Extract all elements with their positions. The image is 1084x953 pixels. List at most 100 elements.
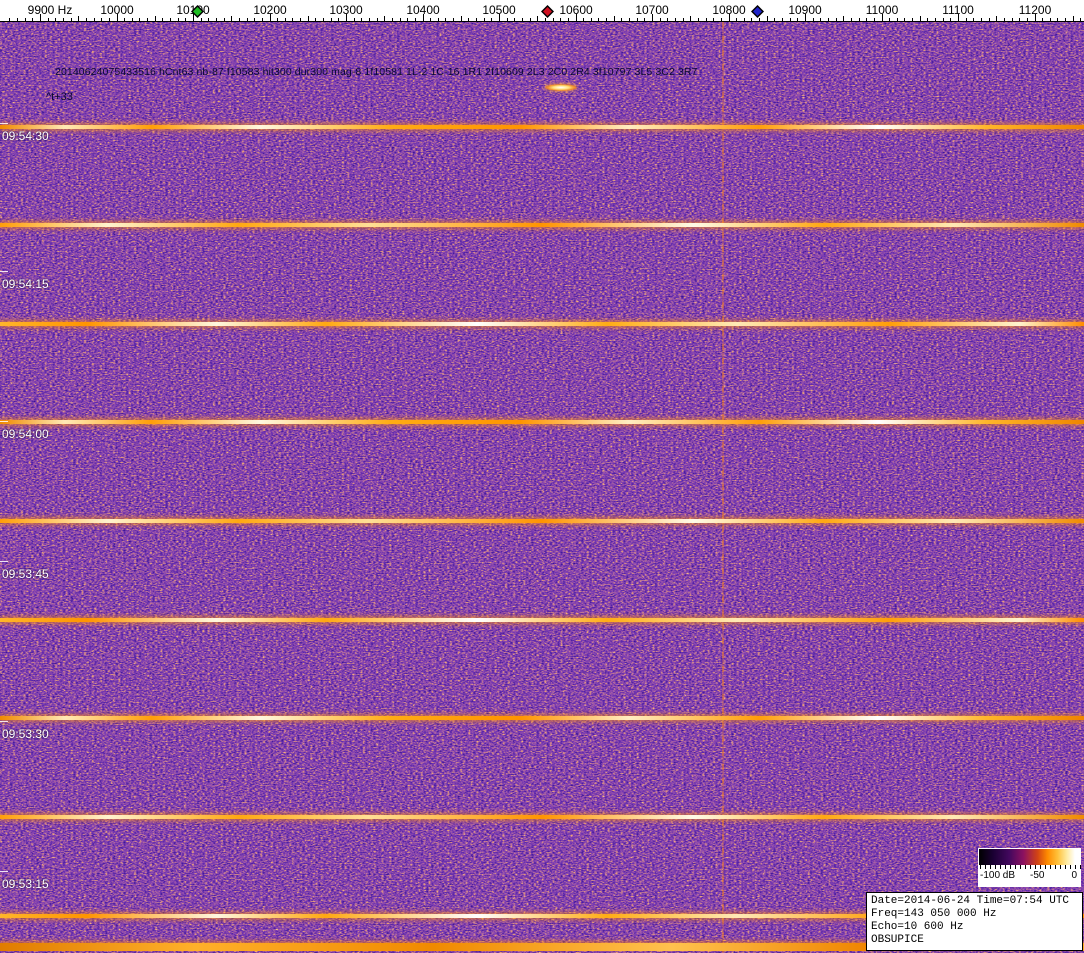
freq-tick	[782, 18, 784, 21]
freq-tick	[506, 18, 508, 21]
freq-tick	[32, 18, 34, 21]
freq-tick	[215, 18, 217, 21]
time-tick	[0, 123, 8, 124]
freq-tick	[690, 16, 692, 21]
sweep-line	[0, 815, 1084, 819]
waterfall-window: 20140624075433516 hCnt63 nb-87 f10583 hi…	[0, 0, 1084, 953]
freq-tick	[223, 18, 225, 21]
freq-tick	[476, 18, 478, 21]
freq-tick	[873, 18, 875, 21]
freq-tick	[697, 18, 699, 21]
freq-tick	[154, 16, 156, 21]
freq-tick	[238, 18, 240, 21]
freq-tick	[78, 16, 80, 21]
sweep-line	[0, 618, 1084, 622]
cursor-offset-text: ^t+33	[46, 91, 73, 103]
blue-frequency-marker-icon[interactable]	[751, 5, 764, 18]
freq-tick	[544, 18, 546, 21]
freq-tick	[996, 16, 998, 21]
freq-tick	[674, 18, 676, 21]
freq-tick	[330, 18, 332, 21]
freq-tick	[131, 18, 133, 21]
freq-tick	[399, 18, 401, 21]
freq-tick	[376, 18, 378, 21]
freq-tick	[858, 18, 860, 21]
freq-tick	[453, 18, 455, 21]
freq-tick	[162, 18, 164, 21]
freq-tick	[1057, 18, 1059, 21]
sweep-line	[0, 420, 1084, 424]
freq-tick	[560, 18, 562, 21]
freq-tick	[124, 18, 126, 21]
freq-label: 11000	[865, 3, 899, 17]
freq-tick	[797, 18, 799, 21]
freq-tick	[93, 18, 95, 21]
red-frequency-marker-icon[interactable]	[541, 5, 554, 18]
freq-tick	[185, 18, 187, 21]
freq-tick	[200, 18, 202, 21]
freq-tick	[231, 16, 233, 21]
freq-label: 10300	[329, 3, 363, 17]
freq-tick	[965, 18, 967, 21]
freq-tick	[583, 18, 585, 21]
freq-tick	[108, 18, 110, 21]
observation-info-box: Date=2014-06-24 Time=07:54 UTC Freq=143 …	[866, 892, 1083, 951]
freq-tick	[950, 18, 952, 21]
info-echo-frequency: Echo=10 600 Hz	[871, 921, 964, 933]
freq-tick	[606, 18, 608, 21]
freq-tick	[705, 18, 707, 21]
freq-tick	[827, 18, 829, 21]
freq-tick	[1011, 18, 1013, 21]
color-scale-legend: -100 dB -50 0	[978, 848, 1081, 887]
freq-tick	[277, 18, 279, 21]
freq-tick	[514, 18, 516, 21]
freq-tick	[935, 18, 937, 21]
freq-tick	[529, 18, 531, 21]
freq-tick	[820, 18, 822, 21]
freq-tick	[759, 18, 761, 21]
freq-label: 10600	[559, 3, 593, 17]
time-label: 09:53:15	[2, 877, 49, 891]
freq-tick	[368, 18, 370, 21]
hit-info-text: 20140624075433516 hCnt63 nb-87 f10583 hi…	[55, 66, 698, 78]
freq-tick	[766, 16, 768, 21]
freq-tick	[835, 18, 837, 21]
freq-tick	[246, 18, 248, 21]
freq-tick	[521, 18, 523, 21]
spectrogram-noise	[0, 22, 1084, 953]
freq-tick	[407, 18, 409, 21]
time-tick	[0, 561, 8, 562]
time-label: 09:54:00	[2, 427, 49, 441]
freq-tick	[1026, 18, 1028, 21]
freq-tick	[812, 18, 814, 21]
freq-tick	[973, 18, 975, 21]
time-tick	[0, 421, 8, 422]
freq-tick	[261, 18, 263, 21]
freq-tick	[483, 18, 485, 21]
freq-tick	[437, 18, 439, 21]
freq-tick	[391, 18, 393, 21]
freq-label: 9900 Hz	[27, 3, 73, 17]
freq-tick	[713, 18, 715, 21]
spectrogram[interactable]	[0, 22, 1084, 953]
time-label: 09:53:30	[2, 727, 49, 741]
legend-label-min: -100 dB	[980, 870, 1016, 881]
freq-tick	[292, 18, 294, 21]
freq-tick	[430, 18, 432, 21]
freq-tick	[590, 18, 592, 21]
freq-tick	[62, 18, 64, 21]
color-scale-gradient	[979, 849, 1081, 869]
time-tick	[0, 271, 8, 272]
freq-tick	[468, 18, 470, 21]
freq-tick	[1003, 18, 1005, 21]
freq-tick	[866, 18, 868, 21]
time-label: 09:53:45	[2, 567, 49, 581]
freq-tick	[904, 18, 906, 21]
freq-label: 11200	[1018, 3, 1052, 17]
freq-tick	[338, 18, 340, 21]
freq-tick	[361, 18, 363, 21]
freq-tick	[315, 18, 317, 21]
freq-tick	[353, 18, 355, 21]
freq-tick	[1049, 18, 1051, 21]
freq-tick	[170, 18, 172, 21]
